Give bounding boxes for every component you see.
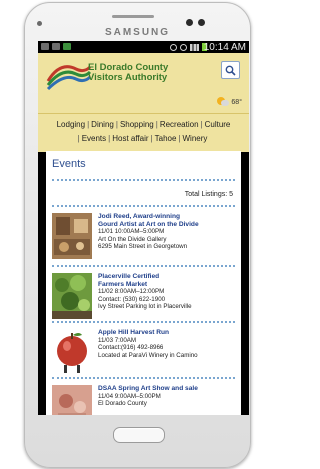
event-title-line-2[interactable]: Farmers Market <box>98 281 236 289</box>
weather-temperature: 68° <box>231 98 242 106</box>
event-thumbnail[interactable] <box>52 385 92 415</box>
event-datetime: 11/04 9:00AM–5:00PM <box>98 392 161 400</box>
status-bar: 10:14 AM <box>38 41 249 53</box>
nav-item-events[interactable]: Events <box>80 133 108 144</box>
camera-lens-icon <box>198 19 205 26</box>
visitors-authority-logo[interactable] <box>46 59 92 91</box>
event-title-line-2[interactable]: Gourd Artist at Art on the Divide <box>98 221 236 229</box>
event-title-line-1[interactable]: DSAA Spring Art Show and sale <box>98 385 236 393</box>
notification-icon <box>63 43 71 50</box>
phone-screen: 10:14 AM El Dorado County Visitors Autho… <box>38 41 249 415</box>
signal-icon <box>190 43 199 51</box>
event-address: 6295 Main Street in Georgetown <box>98 243 188 251</box>
nav-item-shopping[interactable]: Shopping <box>118 119 156 130</box>
event-title-line-1[interactable]: Placerville Certified <box>98 273 236 281</box>
notification-icon <box>41 43 49 50</box>
nav-item-culture[interactable]: Culture <box>203 119 233 130</box>
event-address: Located at ParaVi Winery in Camino <box>98 351 198 359</box>
nav-item-tahoe[interactable]: Tahoe <box>153 133 179 144</box>
alarm-icon <box>170 43 177 51</box>
nav-row-2: | Events | Host affair | Tahoe | Winery <box>77 133 210 144</box>
divider <box>52 377 235 379</box>
search-icon <box>225 65 236 76</box>
page-title: Events <box>52 158 86 170</box>
event-title-line-1[interactable]: Apple Hill Harvest Run <box>98 329 236 337</box>
main-navigation: Lodging | Dining | Shopping | Recreation | C… <box>38 113 249 152</box>
event-venue: El Dorado County <box>98 400 147 408</box>
event-thumbnail[interactable] <box>52 329 92 375</box>
event-info: Placerville Certified Farmers Market 11/… <box>98 273 236 311</box>
event-address: Ivy Street Parking lot in Placerville <box>98 303 192 311</box>
event-datetime: 11/02 8:00AM–12:00PM <box>98 288 165 296</box>
phone-frame: SAMSUNG 10:14 AM El Dorado County Visito… <box>24 2 251 468</box>
divider <box>52 265 235 267</box>
logo-line-2: Visitors Authority <box>88 72 168 83</box>
clock: 10:14 AM <box>203 42 246 53</box>
front-camera-icon <box>37 21 42 26</box>
earpiece-speaker <box>112 15 154 18</box>
proximity-sensor-icon <box>186 19 193 26</box>
nav-item-host-affair[interactable]: Host affair <box>110 133 150 144</box>
phone-bottom-bezel <box>25 415 250 467</box>
logo-text[interactable]: El Dorado County Visitors Authority <box>88 63 168 83</box>
nav-item-winery[interactable]: Winery <box>181 133 210 144</box>
notification-icon <box>52 43 60 50</box>
event-info: Apple Hill Harvest Run 11/03 7:00AM Cont… <box>98 329 236 359</box>
event-thumbnail[interactable] <box>52 213 92 259</box>
event-datetime: 11/03 7:00AM <box>98 336 137 344</box>
event-venue: Art On the Divide Gallery <box>98 235 167 243</box>
event-title-line-1[interactable]: Jodi Reed, Award-winning <box>98 213 236 221</box>
event-info: DSAA Spring Art Show and sale 11/04 9:00… <box>98 385 236 408</box>
weather-widget: 68° <box>217 97 242 107</box>
event-thumbnail[interactable] <box>52 273 92 319</box>
events-content: Events Total Listings: 5 Jodi Reed, Awar… <box>46 151 241 415</box>
event-contact: Contact:(916) 492-8966 <box>98 344 164 352</box>
wifi-icon <box>180 43 187 51</box>
partly-sunny-icon <box>217 97 230 107</box>
brand-label: SAMSUNG <box>104 27 171 38</box>
divider <box>52 321 235 323</box>
divider <box>52 179 235 181</box>
nav-item-dining[interactable]: Dining <box>89 119 116 130</box>
total-listings: Total Listings: 5 <box>184 191 233 198</box>
site-header: El Dorado County Visitors Authority 68° <box>38 53 249 113</box>
nav-row-1: Lodging | Dining | Shopping | Recreation | C… <box>55 119 233 130</box>
nav-item-recreation[interactable]: Recreation <box>158 119 201 130</box>
search-button[interactable] <box>221 61 240 79</box>
divider <box>52 205 235 207</box>
nav-item-lodging[interactable]: Lodging <box>55 119 87 130</box>
event-contact: Contact: (530) 622-1900 <box>98 295 166 303</box>
home-button[interactable] <box>113 427 165 443</box>
event-datetime: 11/01 10:00AM–5:00PM <box>98 228 165 236</box>
event-info: Jodi Reed, Award-winning Gourd Artist at… <box>98 213 236 251</box>
